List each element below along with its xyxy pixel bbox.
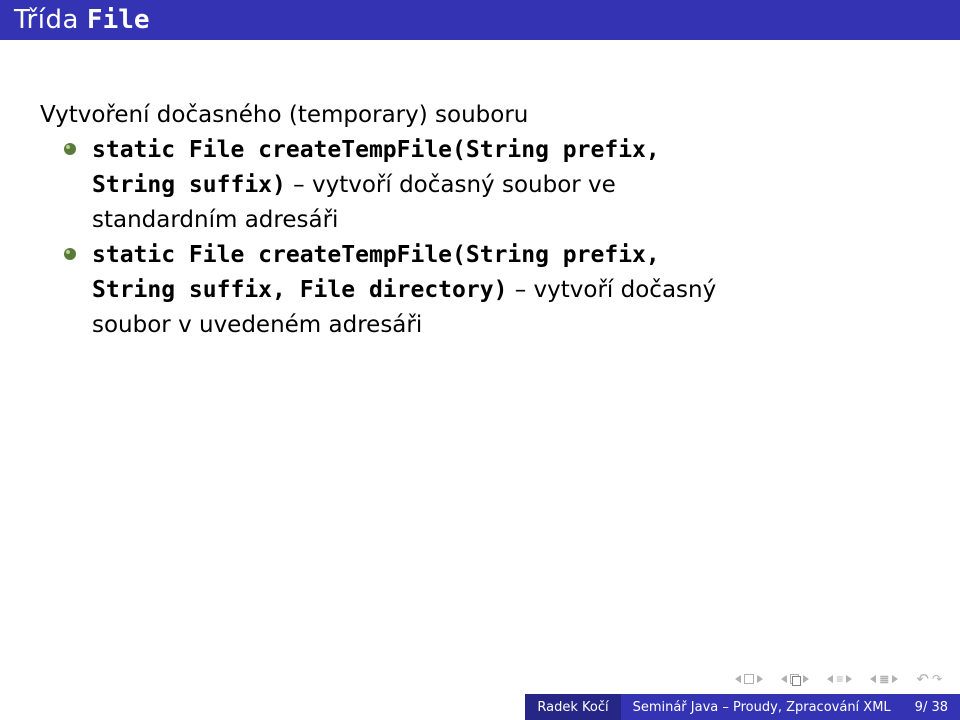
- nav-section[interactable]: ≡: [827, 672, 852, 686]
- nav-subsection[interactable]: [781, 674, 809, 684]
- nav-frame[interactable]: [735, 674, 763, 684]
- item-code-line1: static File createTempFile(String prefix…: [92, 137, 660, 163]
- item-text2: soubor v uvedeném adresáři: [92, 312, 422, 338]
- footer-author: Radek Kočí: [525, 694, 620, 720]
- nav-back[interactable]: ↶↷: [916, 670, 942, 688]
- item-code-line2: String suffix, File directory): [92, 277, 507, 303]
- footer-page: 9/ 38: [903, 694, 960, 720]
- footer: Radek Kočí Seminář Java – Proudy, Zpraco…: [0, 694, 960, 720]
- item-sep: –: [286, 172, 312, 198]
- slide: Třída File Vytvoření dočasného (temporar…: [0, 0, 960, 720]
- item-code-line1: static File createTempFile(String prefix…: [92, 242, 660, 268]
- item-sep: –: [507, 277, 533, 303]
- title-bar: Třída File: [0, 0, 960, 40]
- bullet-icon: [62, 246, 78, 262]
- nav-symbols: ≡ ≣ ↶↷: [735, 670, 942, 688]
- item-continuation: standardním adresáři: [40, 205, 920, 236]
- footer-subject: Seminář Java – Proudy, Zpracování XML: [621, 694, 903, 720]
- slide-content: Vytvoření dočasného (temporary) souboru …: [40, 100, 920, 345]
- nav-part[interactable]: ≣: [870, 672, 898, 686]
- content-heading: Vytvoření dočasného (temporary) souboru: [40, 100, 920, 131]
- item-text: vytvoří dočasný: [534, 277, 717, 303]
- bullet-item: static File createTempFile(String prefix…: [40, 135, 920, 166]
- item-continuation: String suffix) – vytvoří dočasný soubor …: [40, 170, 920, 201]
- title-code: File: [87, 5, 150, 35]
- bullet-icon: [62, 141, 78, 157]
- item-text2: standardním adresáři: [92, 207, 338, 233]
- item-continuation: String suffix, File directory) – vytvoří…: [40, 275, 920, 306]
- item-continuation: soubor v uvedeném adresáři: [40, 310, 920, 341]
- bullet-item: static File createTempFile(String prefix…: [40, 240, 920, 271]
- item-text: vytvoří dočasný soubor ve: [312, 172, 616, 198]
- title-prefix: Třída: [14, 5, 79, 35]
- item-code-line2: String suffix): [92, 172, 286, 198]
